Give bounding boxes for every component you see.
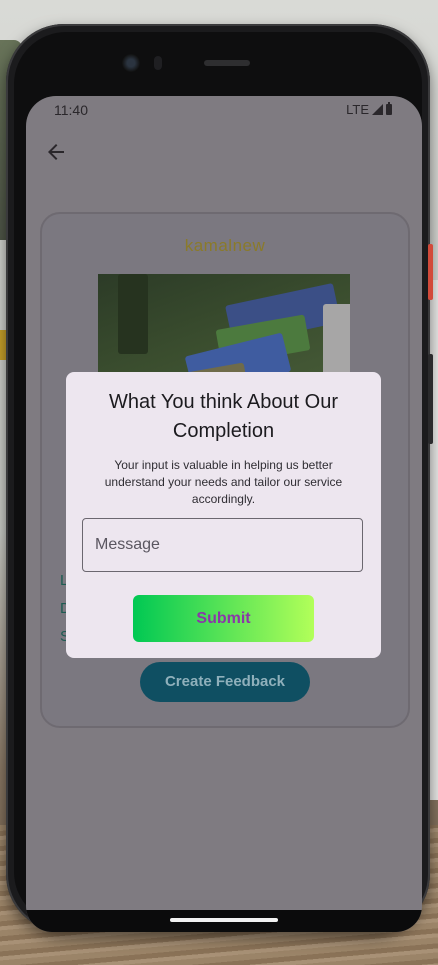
app-screen: 11:40 LTE kamalnew L D [26,96,422,932]
proximity-sensor [154,56,162,70]
network-label: LTE [346,102,369,117]
card-title: kamalnew [184,236,266,255]
feedback-dialog: What You think About Our Completion Your… [66,372,381,658]
message-input[interactable] [82,518,363,572]
front-camera [122,54,140,72]
home-indicator[interactable] [170,918,278,922]
battery-icon [386,102,392,115]
power-button [428,244,433,300]
arrow-left-icon [48,144,64,160]
status-bar: 11:40 LTE [26,96,422,126]
volume-button [428,354,433,444]
dialog-description: Your input is valuable in helping us bet… [104,458,343,506]
status-time: 11:40 [54,102,88,118]
back-button[interactable] [44,140,68,164]
create-feedback-button[interactable]: Create Feedback [140,662,310,702]
status-indicators: LTE [346,102,392,117]
earpiece-speaker [204,60,250,66]
submit-button[interactable]: Submit [133,595,314,642]
phone-frame: 11:40 LTE kamalnew L D [6,24,433,932]
dialog-title: What You think About Our Completion [108,391,339,442]
signal-icon [372,104,383,115]
